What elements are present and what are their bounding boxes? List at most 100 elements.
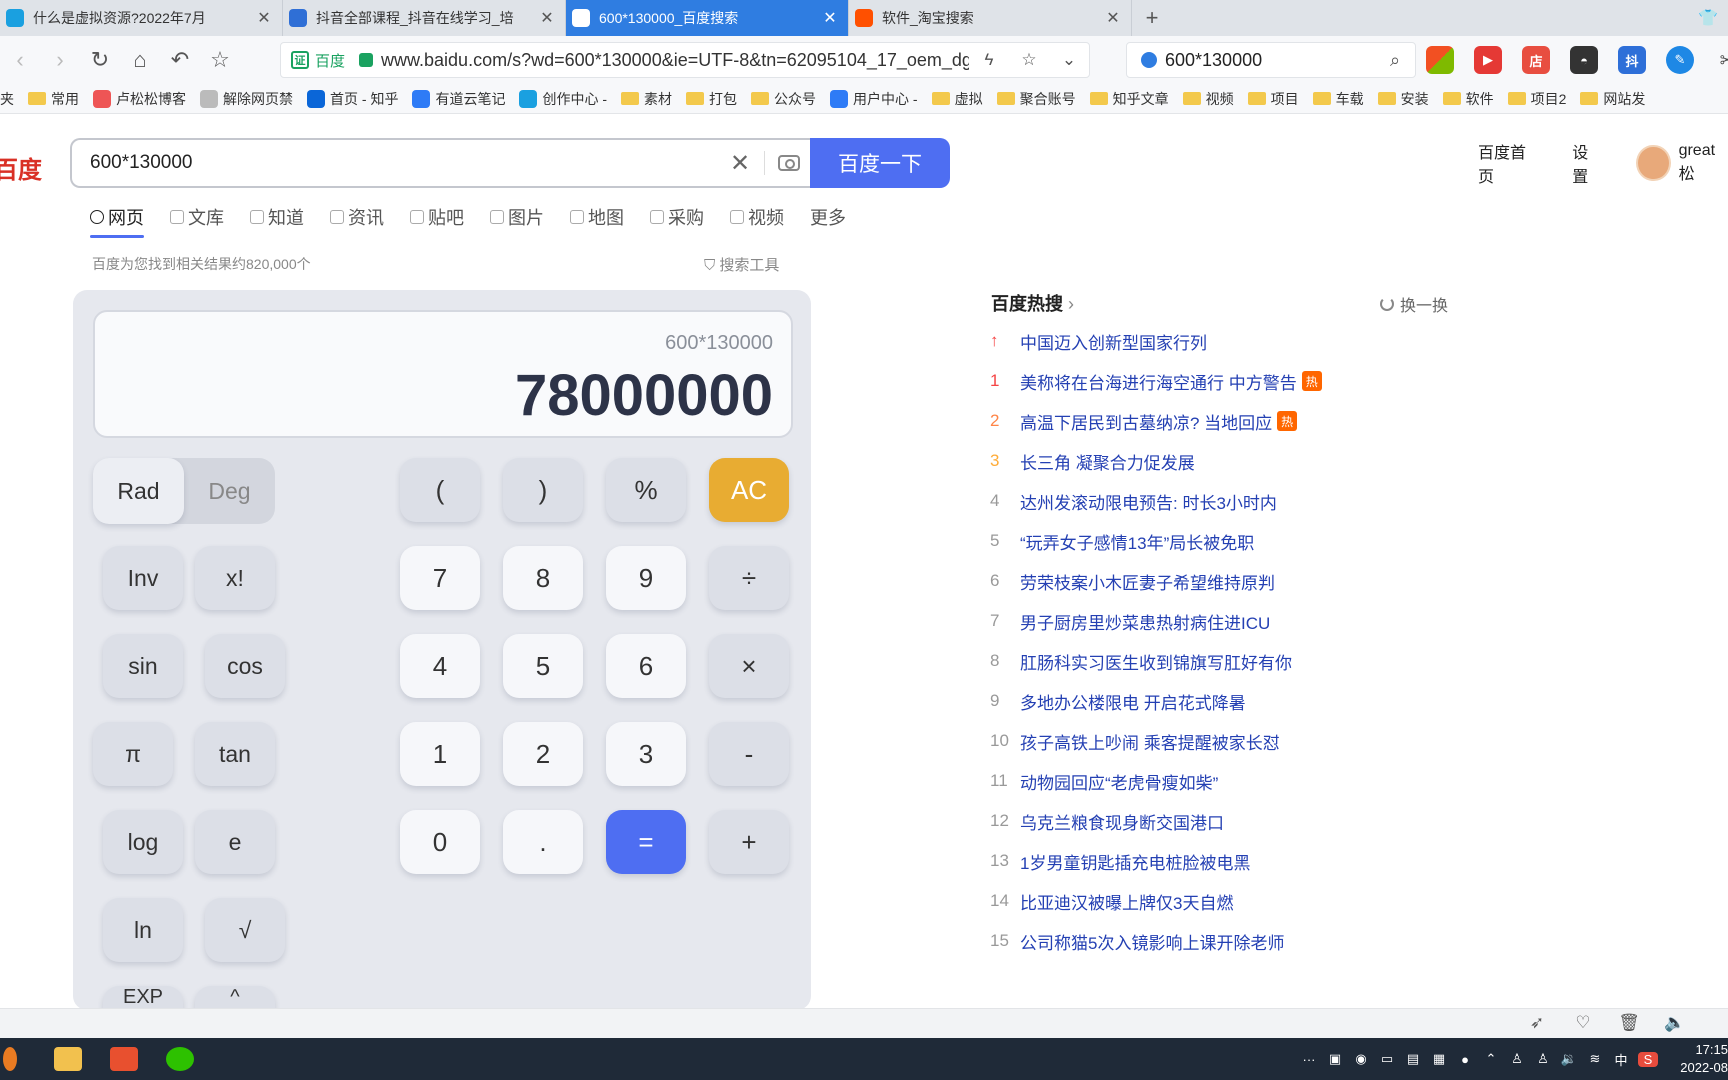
tray-meeting-icon[interactable]: ▦ xyxy=(1426,1051,1452,1067)
digit-5-key[interactable]: 5 xyxy=(503,634,583,698)
search-input[interactable]: 600*130000 xyxy=(72,152,716,174)
hot-search-item[interactable]: 14 比亚迪汉被曝上牌仅3天自燃 xyxy=(990,881,1450,921)
bookmark-item[interactable]: 有道云笔记 xyxy=(412,89,505,109)
wifi-icon[interactable]: ≋ xyxy=(1582,1051,1608,1067)
bookmark-item[interactable]: 网站发 xyxy=(1580,89,1645,109)
undo-close-button[interactable]: ↶ xyxy=(160,40,200,80)
tab-close-icon[interactable]: ✕ xyxy=(252,8,276,28)
clock[interactable]: 17:15 2022-08 xyxy=(1668,1041,1728,1077)
search-tab[interactable]: 资讯 xyxy=(330,200,384,234)
bookmark-item[interactable]: 用户中心 - xyxy=(830,89,918,109)
e-key[interactable]: e xyxy=(195,810,275,874)
url-text[interactable]: www.baidu.com/s?wd=600*130000&ie=UTF-8&t… xyxy=(381,50,969,71)
speaker-icon[interactable]: 🔈 xyxy=(1652,1013,1698,1033)
translate-extension-icon[interactable]: 抖 xyxy=(1618,46,1646,74)
tab-close-icon[interactable]: ✕ xyxy=(535,8,559,28)
bookmark-star-icon[interactable]: ☆ xyxy=(1009,50,1049,70)
certificate-badge[interactable]: 证 百度 xyxy=(291,50,345,71)
tray-user-icon[interactable]: ♙ xyxy=(1504,1051,1530,1067)
browser-tab[interactable]: 软件_淘宝搜索 ✕ xyxy=(849,0,1132,36)
ln-key[interactable]: ln xyxy=(103,898,183,962)
digit-4-key[interactable]: 4 xyxy=(400,634,480,698)
browser-tab[interactable]: 抖音全部课程_抖音在线学习_培 ✕ xyxy=(283,0,566,36)
bookmark-item[interactable]: 卢松松博客 xyxy=(93,89,186,109)
tan-key[interactable]: tan xyxy=(195,722,275,786)
browser-tab[interactable]: 600*130000_百度搜索 ✕ xyxy=(566,0,849,36)
bookmark-item[interactable]: 知乎文章 xyxy=(1089,89,1169,109)
search-tab[interactable]: 更多 xyxy=(810,200,846,234)
divide-key[interactable]: ÷ xyxy=(709,546,789,610)
square-root-key[interactable]: √ xyxy=(205,898,285,962)
search-tab[interactable]: 知道 xyxy=(250,200,304,234)
settings-link[interactable]: 设置 xyxy=(1572,139,1602,187)
search-tab[interactable]: 贴吧 xyxy=(410,200,464,234)
factorial-key[interactable]: x! xyxy=(195,546,275,610)
hot-search-item[interactable]: 8 肛肠科实习医生收到锦旗写肛好有你 xyxy=(990,641,1450,681)
left-paren-key[interactable]: ( xyxy=(400,458,480,522)
search-tab[interactable]: 采购 xyxy=(650,200,704,234)
shop-extension-icon[interactable]: 店 xyxy=(1522,46,1550,74)
search-box[interactable]: 600*130000 ✕ xyxy=(70,138,812,188)
video-extension-icon[interactable]: ▶ xyxy=(1474,46,1502,74)
bookmark-item[interactable]: 视频 xyxy=(1182,89,1234,109)
sin-key[interactable]: sin xyxy=(103,634,183,698)
rad-deg-toggle[interactable]: Rad Deg xyxy=(93,458,275,524)
url-bar[interactable]: 证 百度 www.baidu.com/s?wd=600*130000&ie=UT… xyxy=(280,42,1090,78)
trash-icon[interactable]: 🗑 xyxy=(1606,1013,1652,1033)
inverse-key[interactable]: Inv xyxy=(103,546,183,610)
rocket-icon[interactable]: ➶ xyxy=(1514,1013,1560,1033)
bookmark-item[interactable]: 虚拟 xyxy=(931,89,983,109)
search-tab[interactable]: 地图 xyxy=(570,200,624,234)
bookmark-item[interactable]: 车载 xyxy=(1312,89,1364,109)
hot-search-item[interactable]: 7 男子厨房里炒菜患热射病住进ICU xyxy=(990,601,1450,641)
refresh-hot-button[interactable]: 换一换 xyxy=(1380,292,1448,316)
taskbar-app-wechat[interactable] xyxy=(152,1038,208,1080)
bookmark-item[interactable]: 安装 xyxy=(1377,89,1429,109)
tab-close-icon[interactable]: ✕ xyxy=(1101,8,1125,28)
taskbar-app-browser[interactable] xyxy=(0,1038,20,1080)
log-key[interactable]: log xyxy=(103,810,183,874)
hot-search-item[interactable]: ↑ 中国迈入创新型国家行列 xyxy=(990,321,1450,361)
tray-display-icon[interactable]: ▤ xyxy=(1400,1051,1426,1067)
hot-search-item[interactable]: 2 高温下居民到古墓纳凉? 当地回应热 xyxy=(990,401,1450,441)
skin-icon[interactable]: 👕 xyxy=(1688,8,1728,28)
hot-search-item[interactable]: 3 长三角 凝聚合力促发展 xyxy=(990,441,1450,481)
digit-9-key[interactable]: 9 xyxy=(606,546,686,610)
exp-key[interactable]: EXP xyxy=(103,986,183,1010)
hot-search-item[interactable]: 10 孩子高铁上吵闹 乘客提醒被家长怼 xyxy=(990,721,1450,761)
digit-1-key[interactable]: 1 xyxy=(400,722,480,786)
side-search-text[interactable]: 600*130000 xyxy=(1165,50,1375,71)
hot-search-item[interactable]: 5 “玩弄女子感情13年”局长被免职 xyxy=(990,521,1450,561)
search-tools-button[interactable]: ⛉ 搜索工具 xyxy=(704,254,779,275)
browser-tab[interactable]: 什么是虚拟资源?2022年7月 ✕ xyxy=(0,0,283,36)
search-tab[interactable]: 图片 xyxy=(490,200,544,234)
hot-search-item[interactable]: 13 1岁男童钥匙插充电桩脸被电黑 xyxy=(990,841,1450,881)
search-tab[interactable]: 文库 xyxy=(170,200,224,234)
rad-option[interactable]: Rad xyxy=(93,458,184,524)
bookmark-item[interactable]: 首页 - 知乎 xyxy=(307,89,398,109)
digit-6-key[interactable]: 6 xyxy=(606,634,686,698)
hot-search-item[interactable]: 6 劳荣枝案小木匠妻子希望维持原判 xyxy=(990,561,1450,601)
bookmark-item[interactable]: 公众号 xyxy=(751,89,816,109)
cos-key[interactable]: cos xyxy=(205,634,285,698)
favorite-star-button[interactable]: ☆ xyxy=(200,40,240,80)
taskbar-app-tools[interactable] xyxy=(96,1038,152,1080)
deg-option[interactable]: Deg xyxy=(184,458,275,524)
digit-3-key[interactable]: 3 xyxy=(606,722,686,786)
bookmark-item[interactable]: 常用 xyxy=(28,89,79,109)
side-search-box[interactable]: 600*130000 ⌕ xyxy=(1126,42,1416,78)
camera-icon[interactable] xyxy=(764,151,812,175)
avatar[interactable] xyxy=(1636,145,1671,181)
tray-user2-icon[interactable]: ♙ xyxy=(1530,1051,1556,1067)
tray-wechat-icon[interactable]: ● xyxy=(1452,1052,1478,1067)
bookmark-item[interactable]: 项目2 xyxy=(1507,89,1566,109)
scissors-icon[interactable]: ✂ xyxy=(1714,46,1728,74)
clear-all-key[interactable]: AC xyxy=(709,458,789,522)
tray-shield-icon[interactable]: ◉ xyxy=(1348,1051,1374,1067)
bookmark-item[interactable]: 素材 xyxy=(621,89,672,109)
hot-search-item[interactable]: 12 乌克兰粮食现身断交国港口 xyxy=(990,801,1450,841)
bookmark-item[interactable]: 软件 xyxy=(1442,89,1494,109)
search-tab[interactable]: 网页 xyxy=(90,200,144,238)
multiply-key[interactable]: × xyxy=(709,634,789,698)
incognito-icon[interactable]: ◓ xyxy=(1570,46,1598,74)
